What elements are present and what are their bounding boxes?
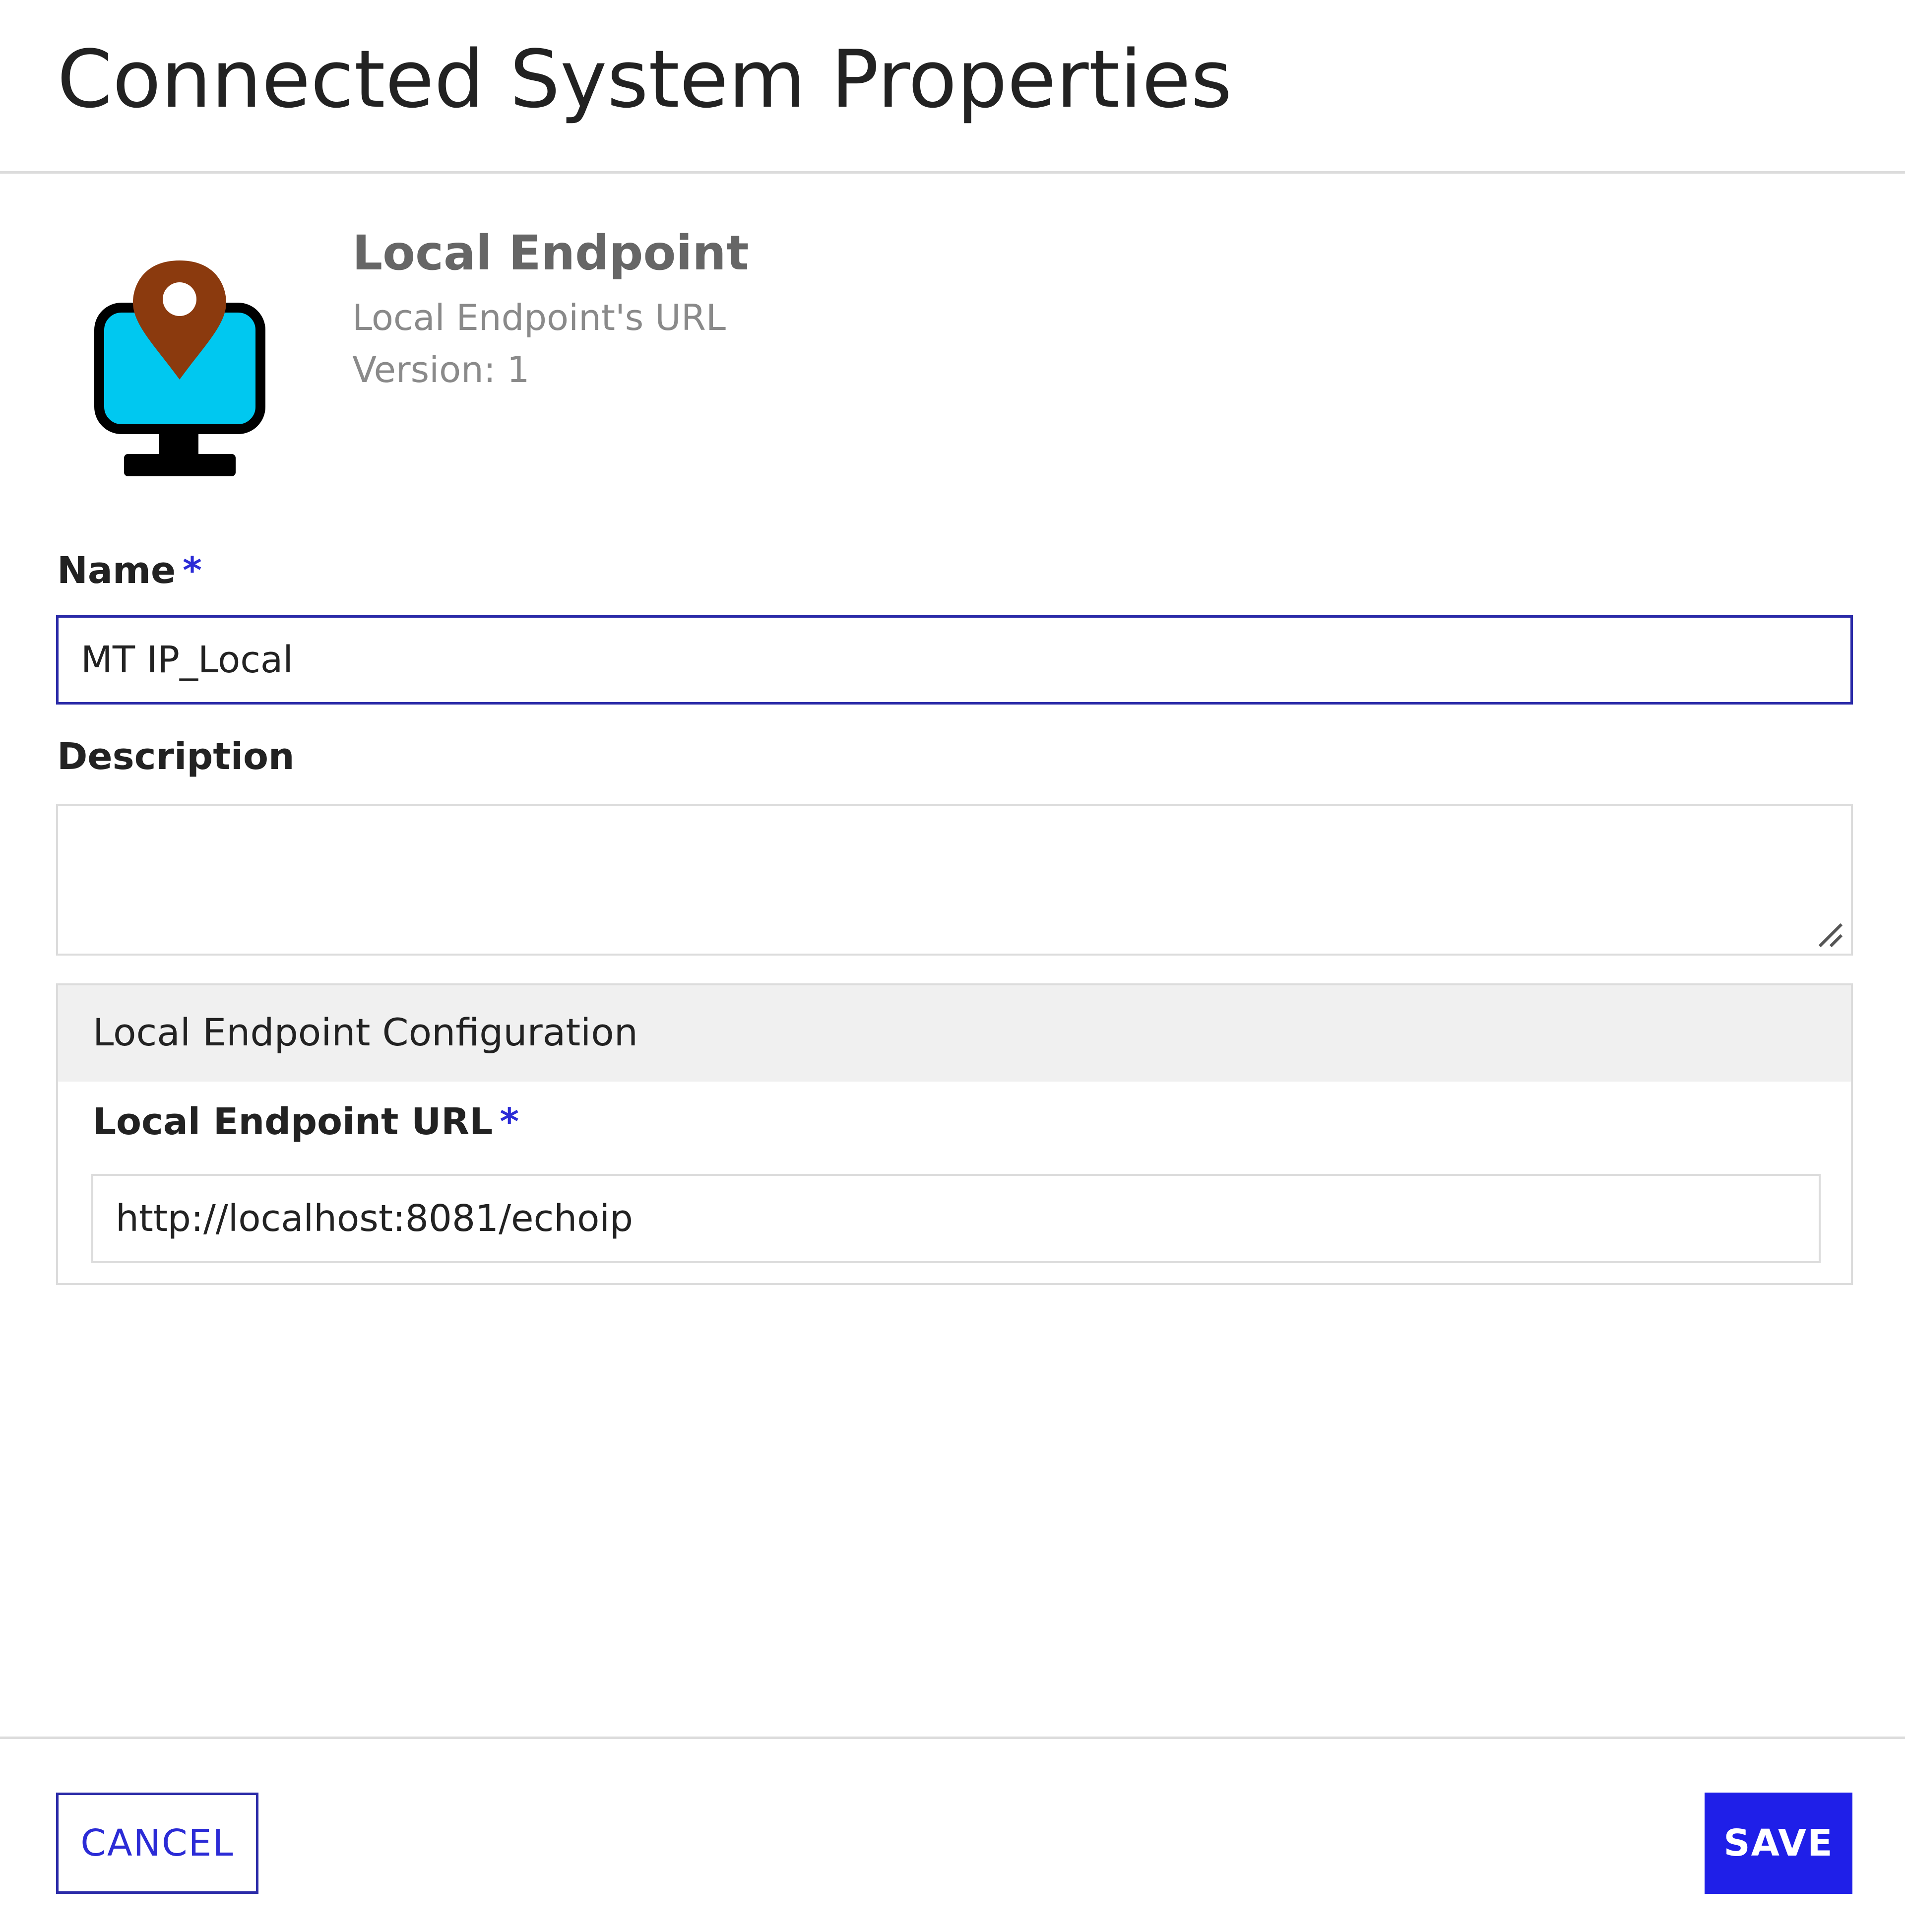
name-input[interactable] bbox=[56, 615, 1853, 705]
resize-handle-icon[interactable] bbox=[1816, 920, 1845, 950]
config-header: Local Endpoint Configuration bbox=[58, 985, 1851, 1082]
system-name: Local Endpoint bbox=[352, 225, 749, 281]
config-panel: Local Endpoint Configuration Local Endpo… bbox=[56, 983, 1853, 1285]
config-section-title: Local Endpoint Configuration bbox=[93, 1010, 638, 1054]
dialog-footer: CANCEL SAVE bbox=[0, 1737, 1905, 1932]
system-version: Version: 1 bbox=[352, 349, 530, 390]
name-label-text: Name bbox=[57, 549, 176, 592]
description-textarea[interactable] bbox=[56, 804, 1853, 956]
url-label-text: Local Endpoint URL bbox=[93, 1100, 493, 1143]
required-marker: * bbox=[183, 549, 202, 592]
required-marker: * bbox=[500, 1100, 519, 1143]
url-label: Local Endpoint URL * bbox=[93, 1097, 519, 1147]
name-label: Name * bbox=[57, 546, 202, 595]
monitor-location-pin-icon bbox=[94, 260, 265, 476]
system-description: Local Endpoint's URL bbox=[352, 297, 726, 338]
description-label: Description bbox=[57, 735, 295, 778]
save-button[interactable]: SAVE bbox=[1705, 1793, 1852, 1894]
dialog-title: Connected System Properties bbox=[57, 33, 1232, 126]
cancel-button[interactable]: CANCEL bbox=[56, 1793, 258, 1894]
dialog-header: Connected System Properties bbox=[0, 0, 1905, 174]
url-input[interactable] bbox=[91, 1174, 1821, 1263]
